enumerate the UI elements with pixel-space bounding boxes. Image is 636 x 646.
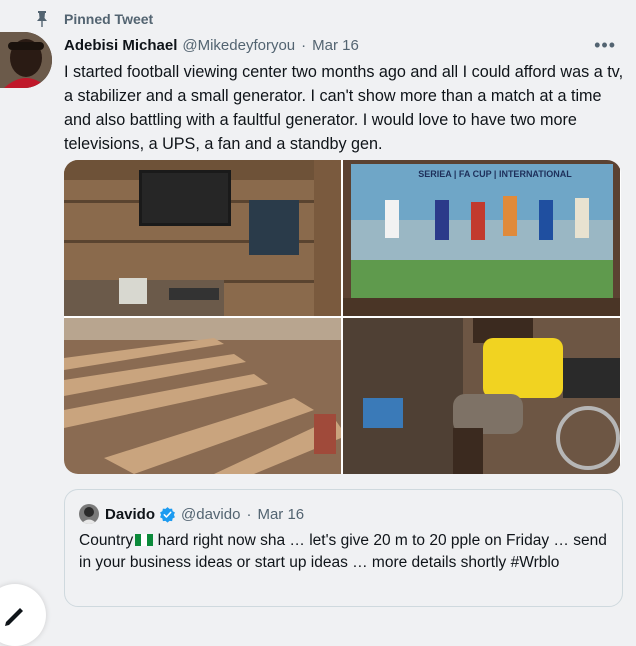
author-handle[interactable]: @Mikedeyforyou	[182, 37, 295, 54]
quoted-tweet-card[interactable]: Davido @davido · Mar 16 Country hard rig…	[64, 489, 623, 607]
quoted-author-name[interactable]: Davido	[105, 506, 155, 523]
tweet-media-grid: SERIEA | FA CUP | INTERNATIONAL	[64, 160, 621, 474]
pinned-tweet-label: Pinned Tweet	[64, 11, 154, 27]
tweet-header: Adebisi Michael @Mikedeyforyou · Mar 16 …	[64, 35, 616, 56]
tweet-text: I started football viewing center two mo…	[64, 63, 624, 153]
compose-pencil-icon	[5, 608, 23, 626]
quoted-separator-dot: ·	[246, 505, 252, 523]
media-image-football-poster[interactable]: SERIEA | FA CUP | INTERNATIONAL	[343, 160, 620, 316]
separator-dot: ·	[301, 37, 307, 54]
pinned-tweet-indicator: Pinned Tweet	[34, 10, 153, 28]
media-image-benches[interactable]	[64, 318, 341, 474]
poster-text: SERIEA | FA CUP | INTERNATIONAL	[418, 169, 572, 179]
quoted-text-start: Country	[79, 532, 134, 549]
more-horizontal-icon[interactable]: •••	[594, 35, 616, 56]
nigeria-flag-icon	[135, 534, 154, 546]
quoted-author-avatar[interactable]	[79, 504, 99, 524]
author-avatar[interactable]	[0, 32, 52, 88]
verified-badge-icon	[160, 506, 175, 523]
author-name[interactable]: Adebisi Michael	[64, 37, 177, 54]
compose-tweet-button[interactable]	[0, 584, 46, 646]
quoted-text-rest: hard right now sha … let's give 20 m to …	[79, 532, 607, 571]
tweet-date[interactable]: Mar 16	[312, 37, 359, 54]
quoted-tweet-date[interactable]: Mar 16	[257, 506, 304, 523]
quoted-tweet-header: Davido @davido · Mar 16	[79, 504, 304, 524]
media-image-tv-room[interactable]	[64, 160, 341, 316]
quoted-tweet-text: Country hard right now sha … let's give …	[79, 530, 609, 574]
media-image-man-in-wheelchair[interactable]	[343, 318, 620, 474]
pin-icon	[37, 11, 47, 27]
quoted-author-handle[interactable]: @davido	[181, 506, 240, 523]
